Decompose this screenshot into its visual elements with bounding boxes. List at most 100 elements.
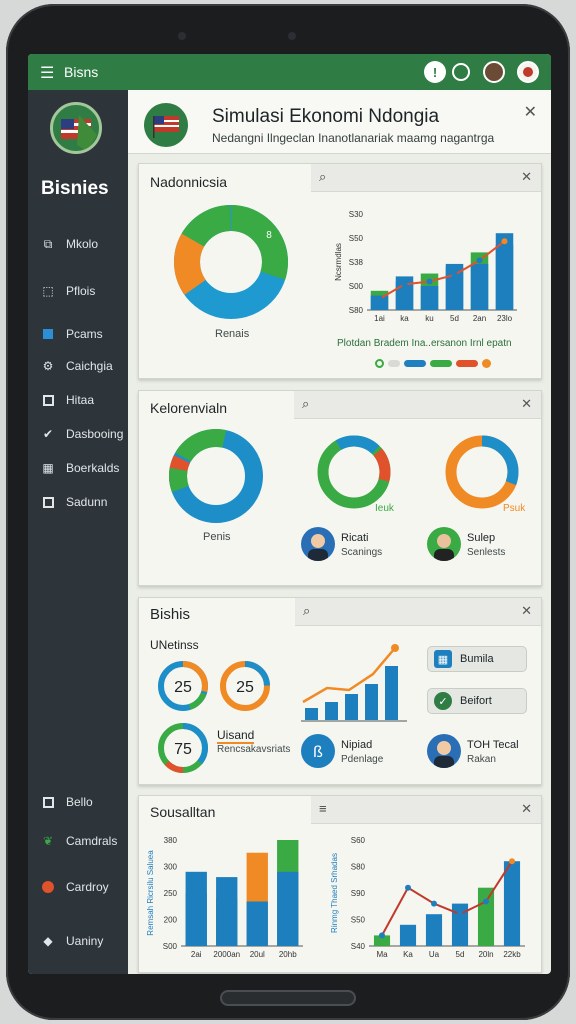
search-input[interactable]: ⌕ ✕ <box>294 391 541 419</box>
gauge-2: 25 <box>220 661 270 711</box>
line-point <box>401 281 408 288</box>
bar <box>451 903 469 946</box>
line-point <box>501 238 508 245</box>
x-tick-label: 2an <box>473 314 486 323</box>
bank-icon: ß <box>301 734 335 768</box>
sidebar-item-pflois[interactable]: ⬚ Pflois <box>40 283 95 299</box>
search-input[interactable]: ⌕ ✕ <box>295 598 541 626</box>
donut-label: Renais <box>215 328 250 340</box>
app-bar: ☰ Bisns ! <box>28 54 551 90</box>
square-icon <box>40 494 56 510</box>
sidebar-item-bello[interactable]: Bello <box>40 794 93 810</box>
search-icon: ⌕ <box>303 603 311 618</box>
beifort-button[interactable]: ✓ Beifort <box>427 688 527 714</box>
person-avatar <box>427 734 461 768</box>
camera-dot <box>178 32 186 40</box>
stat-title: Uisand <box>217 728 255 744</box>
sidebar-item-label: Sadunn <box>66 495 108 509</box>
card-title: Sousalltan <box>150 804 216 820</box>
donut-chart: 8 <box>174 205 288 319</box>
person-avatar <box>427 527 461 561</box>
x-tick-label: Ka <box>403 950 413 959</box>
sidebar-item-camdrals[interactable]: ❦ Camdrals <box>40 833 117 849</box>
share-box-icon: ⬚ <box>42 284 54 298</box>
grid-icon: ▦ <box>42 461 54 475</box>
y-tick-label: S60 <box>351 836 366 845</box>
bar-segment <box>216 877 238 946</box>
y-tick-label: S90 <box>351 889 366 898</box>
search-icon: ⌕ <box>319 169 327 184</box>
bar-chart-sousalltan: Remsah Ricrsilu Saluea 380 300 250 200 S00 2ai… <box>146 836 303 959</box>
page-title: Simulasi Ekonomi Ndongia <box>212 106 440 127</box>
sidebar-item-pcams[interactable]: Pcams <box>40 326 103 342</box>
ring-label: Ieuk <box>375 503 394 514</box>
sidebar-item-sadunn[interactable]: Sadunn <box>40 494 107 510</box>
user-avatar[interactable] <box>483 61 505 83</box>
sidebar-item-label: Bello <box>66 795 93 809</box>
y-tick-label: 380 <box>164 836 178 845</box>
close-icon[interactable]: ✕ <box>521 169 532 185</box>
card-title: Kelorenvialn <box>150 400 228 416</box>
page-subtitle: Nedangni Ilngeclan Inanotlanariak maamg … <box>212 131 495 145</box>
legend-dot-orange <box>482 358 491 368</box>
search-icon[interactable] <box>452 63 470 81</box>
bar-segment <box>495 244 514 310</box>
sidebar-item-label: Boerkalds <box>66 461 120 475</box>
card-kelorenvialn: Kelorenvialn ⌕ ✕ Penis Ieuk Psuk Ricati … <box>138 390 542 586</box>
person-role: Rakan <box>467 754 496 765</box>
close-icon[interactable]: ✕ <box>521 603 532 619</box>
sidebar: Bisnies ⧉ Mkolo ⬚ Pflois Pcams ⚙ Caichgia H… <box>28 90 128 974</box>
x-tick-label: ka <box>400 314 409 323</box>
bar <box>425 914 443 946</box>
close-icon[interactable]: ✕ <box>521 396 532 412</box>
close-icon[interactable]: ✕ <box>521 801 532 817</box>
button-label: Beifort <box>460 695 492 707</box>
x-tick-label: 2000an <box>213 950 240 959</box>
trend-chart <box>301 644 407 722</box>
person-role: Pdenlage <box>341 754 384 765</box>
x-tick-label: 2ai <box>191 950 202 959</box>
bar <box>503 861 521 946</box>
line-point <box>483 898 489 905</box>
sidebar-item-cardroy[interactable]: Cardroy <box>40 879 109 895</box>
bar-segment <box>277 871 299 946</box>
line-point <box>379 932 385 939</box>
info-icon[interactable]: ! <box>424 61 446 83</box>
person-role: Senlests <box>467 547 506 558</box>
legend-bar-green <box>430 359 452 367</box>
person-name: Sulep <box>467 532 496 544</box>
legend-bar-red <box>456 359 478 367</box>
sidebar-item-label: Pflois <box>66 284 96 298</box>
bumila-button[interactable]: ▦ Bumila <box>427 646 527 672</box>
y-axis-label: Rinmg Thaed Srhadas <box>330 853 339 933</box>
sidebar-item-caichgia[interactable]: ⚙ Caichgia <box>40 358 113 374</box>
sidebar-item-uaniny[interactable]: ◆ Uaniny <box>40 933 103 949</box>
sidebar-item-boerkalds[interactable]: ▦ Boerkalds <box>40 460 119 476</box>
y-tick-label: 300 <box>164 863 178 872</box>
search-input[interactable]: ⌕ ✕ <box>311 164 541 192</box>
button-label: Bumila <box>460 653 494 665</box>
card-title: Nadonnicsia <box>150 174 228 190</box>
sidebar-item-label: Uaniny <box>66 934 104 948</box>
sidebar-item-label: Hitaa <box>66 393 95 407</box>
sidebar-item-dasbooing[interactable]: ✔ Dasbooing <box>40 426 123 442</box>
sidebar-brand: Bisnies <box>41 178 109 199</box>
profile-avatar[interactable] <box>517 61 539 83</box>
check-circle-icon: ✓ <box>434 692 452 710</box>
donut-label: Penis <box>203 531 231 543</box>
close-icon[interactable]: ✕ <box>524 102 537 122</box>
section-subtitle: UNetinss <box>150 638 199 652</box>
person-name: Nipiad <box>341 739 373 751</box>
sidebar-item-mkolo[interactable]: ⧉ Mkolo <box>40 236 98 252</box>
person-name: TOH Tecal <box>467 739 519 751</box>
x-tick-label: Ua <box>429 950 440 959</box>
circle-icon <box>40 879 56 895</box>
page-header: Simulasi Ekonomi Ndongia Nedangni Ilngec… <box>128 90 551 154</box>
donut-chart-2 <box>169 429 263 524</box>
search-icon: ⌕ <box>302 396 310 411</box>
x-tick-label: Ma <box>376 950 388 959</box>
hamburger-menu-icon[interactable]: ☰ <box>40 63 54 83</box>
x-tick-label: 20hb <box>279 950 297 959</box>
filter-bar[interactable]: ≡ ✕ <box>311 796 541 824</box>
sidebar-item-hitaa[interactable]: Hitaa <box>40 392 94 408</box>
